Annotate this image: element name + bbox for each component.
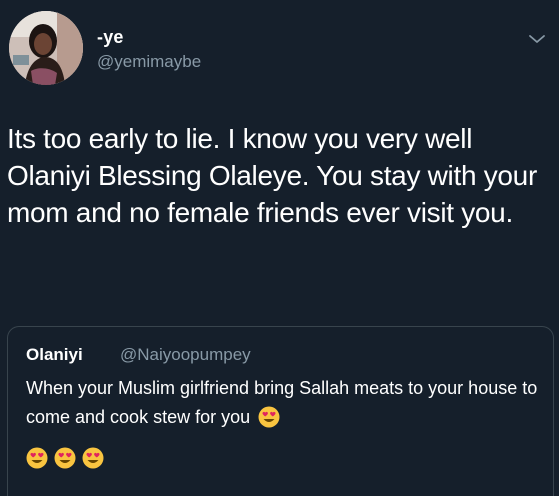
quoted-display-name: Olaniyi xyxy=(26,345,83,364)
emoji-row xyxy=(26,447,104,473)
handle[interactable]: @yemimaybe xyxy=(97,52,201,72)
tweet-text: Its too early to lie. I know you very we… xyxy=(7,123,545,228)
chevron-down-icon[interactable] xyxy=(528,32,546,46)
avatar-image xyxy=(9,11,83,85)
quoted-tweet[interactable]: Olaniyi @Naiyoopumpey When your Muslim g… xyxy=(7,326,554,496)
heart-eyes-emoji-icon xyxy=(26,447,48,469)
quoted-handle: @Naiyoopumpey xyxy=(120,345,251,364)
heart-eyes-emoji-icon xyxy=(258,406,280,428)
display-name[interactable]: -ye xyxy=(97,27,124,48)
avatar[interactable] xyxy=(9,11,83,85)
heart-eyes-emoji-icon xyxy=(54,447,76,469)
quoted-tweet-text: When your Muslim girlfriend bring Sallah… xyxy=(26,374,546,432)
heart-eyes-emoji-icon xyxy=(82,447,104,469)
tweet-card: -ye @yemimaybe Its too early to lie. I k… xyxy=(0,0,559,496)
quoted-text-body: When your Muslim girlfriend bring Sallah… xyxy=(26,378,538,427)
